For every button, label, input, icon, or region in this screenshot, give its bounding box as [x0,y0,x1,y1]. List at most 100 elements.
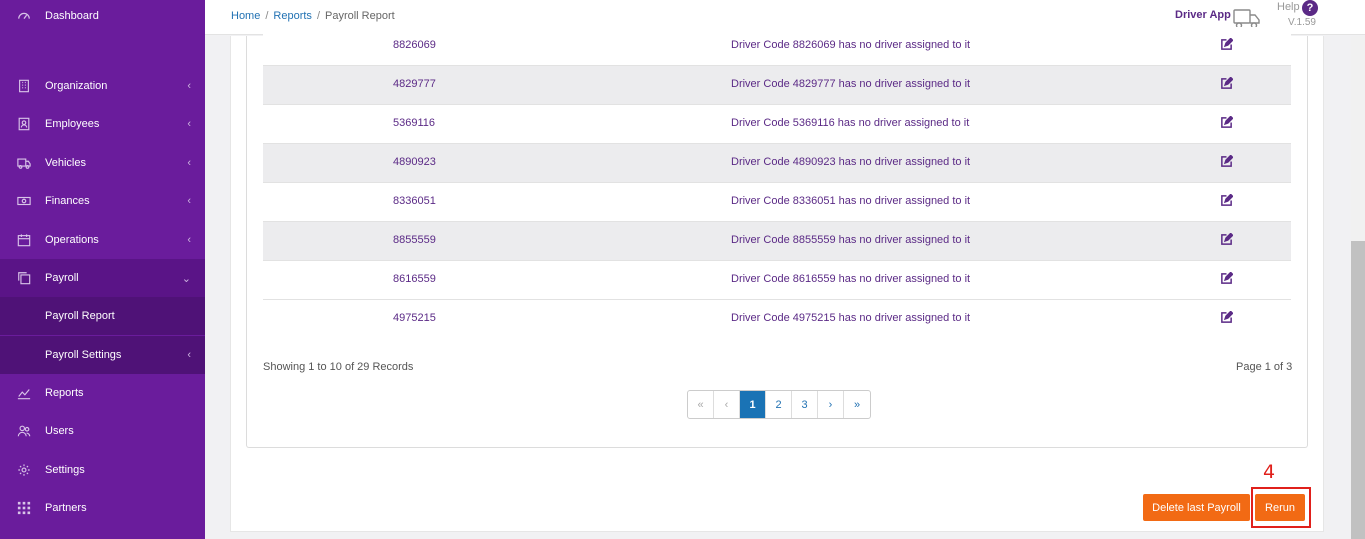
driver-code: 4829777 [393,78,436,90]
sidebar-subitem-payroll-report[interactable]: Payroll Report [0,297,205,335]
edit-icon[interactable] [1220,77,1233,90]
row-message: Driver Code 8336051 has no driver assign… [731,195,971,207]
sidebar-item-label: Operations [45,234,99,246]
chevron-left-icon: ‹ [187,349,191,361]
help-icon[interactable]: ? [1302,0,1318,16]
sidebar-item-label: Settings [45,464,85,476]
grid-icon [17,501,31,515]
edit-icon[interactable] [1220,272,1233,285]
edit-icon[interactable] [1220,233,1233,246]
sidebar-item-dashboard[interactable]: Dashboard [0,0,205,35]
sidebar-item-operations[interactable]: Operations ‹ [0,221,205,259]
table-row[interactable]: 4890923 Driver Code 4890923 has no drive… [263,144,1291,183]
breadcrumb-separator: / [265,10,269,22]
row-message: Driver Code 8616559 has no driver assign… [731,273,971,285]
table-row[interactable]: 4829777 Driver Code 4829777 has no drive… [263,66,1291,105]
chevron-left-icon: ‹ [187,157,191,169]
sidebar-subitem-payroll-settings[interactable]: Payroll Settings ‹ [0,336,205,374]
page-indicator: Page 1 of 3 [1236,361,1293,373]
driver-code: 8826069 [393,39,436,51]
rerun-button[interactable]: Rerun [1255,494,1305,521]
prev-page-button[interactable]: ‹ [714,391,740,418]
chart-line-icon [17,386,31,400]
chevron-down-icon: ⌄ [181,272,191,285]
table-row[interactable]: 4975215 Driver Code 4975215 has no drive… [263,300,1291,339]
records-summary: Showing 1 to 10 of 29 Records [263,361,414,373]
breadcrumb-reports[interactable]: Reports [273,10,312,22]
page-3-button[interactable]: 3 [792,391,818,418]
sidebar-item-reports[interactable]: Reports [0,374,205,412]
row-message: Driver Code 8855559 has no driver assign… [731,234,971,246]
sidebar-item-label: Organization [45,80,108,92]
sidebar-item-finances[interactable]: Finances ‹ [0,182,205,220]
sidebar-item-vehicles[interactable]: Vehicles ‹ [0,144,205,182]
breadcrumb-separator: / [316,10,320,22]
sidebar-item-settings[interactable]: Settings [0,451,205,489]
table-row[interactable]: 8336051 Driver Code 8336051 has no drive… [263,183,1291,222]
sidebar-item-partners[interactable]: Partners [0,489,205,527]
breadcrumb: Home / Reports / Payroll Report [231,10,395,22]
row-message: Driver Code 5369116 has no driver assign… [731,117,970,129]
table-row[interactable]: 8616559 Driver Code 8616559 has no drive… [263,261,1291,300]
calendar-icon [17,233,31,247]
edit-icon[interactable] [1220,194,1233,207]
sidebar-item-employees[interactable]: Employees ‹ [0,105,205,143]
sidebar-item-label: Partners [45,502,87,514]
gear-icon [17,463,31,477]
edit-icon[interactable] [1220,38,1233,51]
driver-code: 5369116 [393,117,436,129]
app-version: V.1.59 [1288,17,1316,28]
row-message: Driver Code 4975215 has no driver assign… [731,312,971,324]
id-card-icon [17,117,31,131]
driver-code: 8616559 [393,273,436,285]
sidebar-item-payroll[interactable]: Payroll ⌄ [0,259,205,297]
sidebar-item-users[interactable]: Users [0,412,205,450]
chevron-left-icon: ‹ [187,80,191,92]
driver-code: 4975215 [393,312,436,324]
edit-icon[interactable] [1220,116,1233,129]
edit-icon[interactable] [1220,155,1233,168]
chevron-left-icon: ‹ [187,195,191,207]
table-row[interactable]: 8826069 Driver Code 8826069 has no drive… [263,27,1291,66]
page-1-button[interactable]: 1 [740,391,766,418]
step-annotation: 4 [1263,461,1276,483]
pagination: « ‹ 1 2 3 › » [687,390,871,419]
sidebar-item-label: Payroll Report [45,310,115,322]
sidebar-item-label: Users [45,425,74,437]
scrollbar-thumb[interactable] [1351,241,1365,539]
row-message: Driver Code 4890923 has no driver assign… [731,156,971,168]
next-page-button[interactable]: › [818,391,844,418]
table-row[interactable]: 5369116 Driver Code 5369116 has no drive… [263,105,1291,144]
building-icon [17,79,31,93]
help-label[interactable]: Help [1277,1,1300,13]
truck-icon [17,156,31,170]
driver-code: 8336051 [393,195,436,207]
dashboard-icon [17,9,31,23]
row-message: Driver Code 8826069 has no driver assign… [731,39,971,51]
last-page-button[interactable]: » [844,391,870,418]
page-2-button[interactable]: 2 [766,391,792,418]
sidebar-item-label: Employees [45,118,100,130]
breadcrumb-current: Payroll Report [325,10,395,22]
sidebar-item-organization[interactable]: Organization ‹ [0,67,205,105]
sidebar-item-label: Finances [45,195,90,207]
money-icon [17,194,31,208]
driver-app-link[interactable]: Driver App [1175,9,1231,21]
sidebar-item-label: Reports [45,387,84,399]
chevron-left-icon: ‹ [187,234,191,246]
delete-last-payroll-button[interactable]: Delete last Payroll [1143,494,1250,521]
driver-code: 4890923 [393,156,436,168]
breadcrumb-home[interactable]: Home [231,10,260,22]
sidebar-item-label: Vehicles [45,157,86,169]
row-message: Driver Code 4829777 has no driver assign… [731,78,971,90]
users-icon [17,424,31,438]
sidebar: Dashboard Organization ‹ Employees ‹ Veh… [0,0,205,539]
copy-icon [17,271,31,285]
edit-icon[interactable] [1220,311,1233,324]
sidebar-item-label: Payroll [45,272,79,284]
scrollbar[interactable] [1351,36,1365,539]
first-page-button[interactable]: « [688,391,714,418]
table-row[interactable]: 8855559 Driver Code 8855559 has no drive… [263,222,1291,261]
chevron-left-icon: ‹ [187,118,191,130]
driver-code: 8855559 [393,234,436,246]
